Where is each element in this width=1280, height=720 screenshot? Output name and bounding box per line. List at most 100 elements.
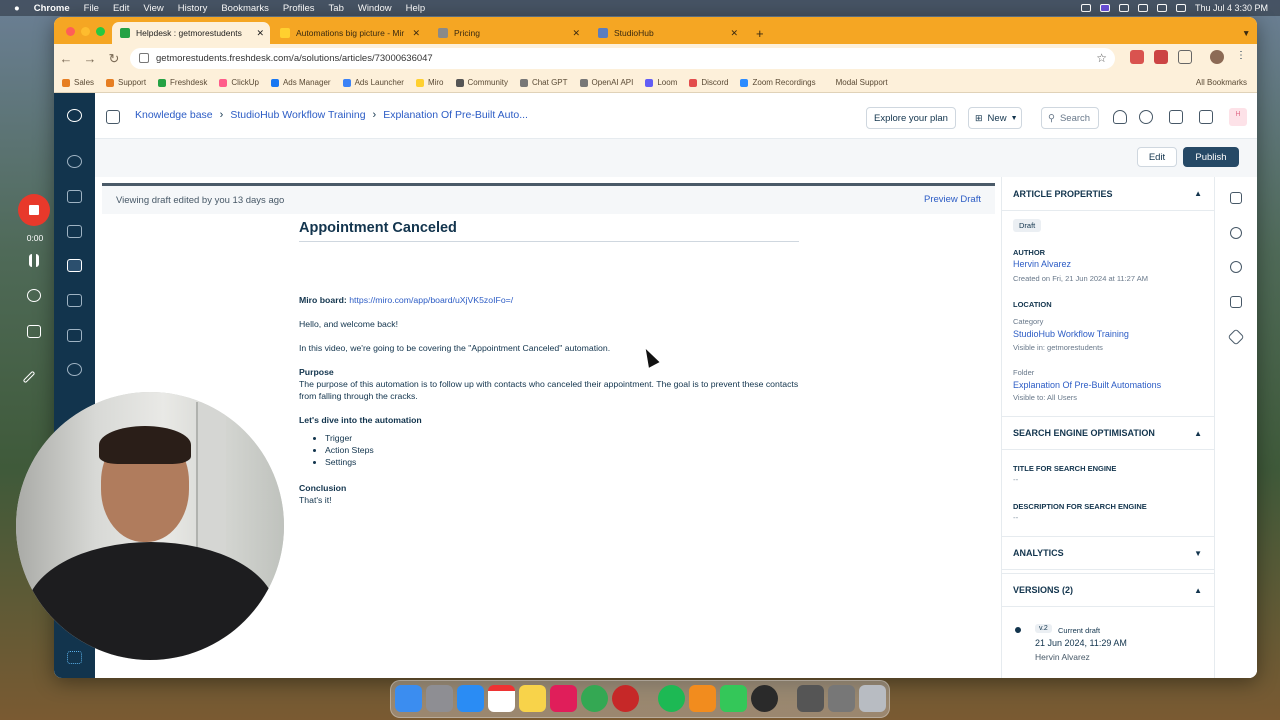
author-name[interactable]: Hervin Alvarez bbox=[1013, 259, 1071, 269]
window-thumbnail-icon[interactable] bbox=[828, 685, 855, 712]
back-icon[interactable]: ← bbox=[54, 51, 78, 66]
status-icon[interactable] bbox=[1080, 4, 1091, 12]
wifi-icon[interactable] bbox=[1156, 4, 1167, 12]
close-tab-icon[interactable]: ✕ bbox=[412, 28, 420, 39]
zoom-window-icon[interactable] bbox=[96, 27, 105, 36]
folder-link[interactable]: Explanation Of Pre-Built Automations bbox=[1013, 380, 1161, 390]
menu-window[interactable]: Window bbox=[358, 3, 392, 14]
reload-icon[interactable]: ↻ bbox=[102, 51, 126, 67]
menu-edit[interactable]: Edit bbox=[113, 3, 129, 14]
menu-bookmarks[interactable]: Bookmarks bbox=[221, 3, 269, 14]
forums-icon[interactable] bbox=[67, 294, 82, 307]
help-icon[interactable] bbox=[1139, 110, 1153, 124]
spotlight-icon[interactable] bbox=[1175, 4, 1186, 12]
user-avatar[interactable]: H bbox=[1229, 108, 1247, 126]
spotify-icon[interactable] bbox=[658, 685, 685, 712]
bookmark-star-icon[interactable]: ☆ bbox=[1096, 51, 1107, 65]
category-link[interactable]: StudioHub Workflow Training bbox=[1013, 329, 1129, 339]
messages-icon[interactable] bbox=[720, 685, 747, 712]
extension-icon[interactable] bbox=[1154, 50, 1168, 64]
analytics-chart-icon[interactable] bbox=[1230, 296, 1242, 308]
bookmark-freshdesk[interactable]: Freshdesk bbox=[158, 78, 207, 87]
bookmark-chat-gpt[interactable]: Chat GPT bbox=[519, 78, 568, 87]
tab-automations[interactable]: Automations big picture - Mir ✕ bbox=[272, 22, 426, 44]
menu-profiles[interactable]: Profiles bbox=[283, 3, 315, 14]
stop-recording-button[interactable] bbox=[18, 194, 50, 226]
finder-icon[interactable] bbox=[395, 685, 422, 712]
explore-plan-button[interactable]: Explore your plan bbox=[866, 107, 956, 129]
article-title[interactable]: Appointment Canceled bbox=[299, 221, 799, 242]
bookmark-ads-manager[interactable]: Ads Manager bbox=[270, 78, 331, 87]
extension-icon[interactable] bbox=[1130, 50, 1144, 64]
all-bookmarks[interactable]: All Bookmarks bbox=[1196, 78, 1247, 87]
contacts-icon[interactable] bbox=[67, 225, 82, 238]
launchpad-icon[interactable] bbox=[426, 685, 453, 712]
bookmark-clickup[interactable]: ClickUp bbox=[219, 78, 259, 87]
slack-icon[interactable] bbox=[550, 685, 577, 712]
extensions-puzzle-icon[interactable] bbox=[1178, 50, 1192, 64]
search-button[interactable]: ⚲ Search bbox=[1041, 107, 1099, 129]
collapse-panel-icon[interactable] bbox=[1230, 192, 1242, 204]
menu-tab[interactable]: Tab bbox=[329, 3, 344, 14]
seo-description-value[interactable]: -- bbox=[1013, 513, 1018, 522]
bookmark-loom[interactable]: Loom bbox=[645, 78, 677, 87]
minimize-window-icon[interactable] bbox=[81, 27, 90, 36]
menu-view[interactable]: View bbox=[143, 3, 163, 14]
bookmark-support[interactable]: Support bbox=[106, 78, 146, 87]
menu-file[interactable]: File bbox=[84, 3, 99, 14]
tab-studiohub[interactable]: StudioHub ✕ bbox=[590, 22, 744, 44]
solutions-icon[interactable] bbox=[67, 259, 82, 272]
bookmark-discord[interactable]: Discord bbox=[689, 78, 728, 87]
address-bar[interactable]: getmorestudents.freshdesk.com/a/solution… bbox=[130, 48, 1115, 69]
close-tab-icon[interactable]: ✕ bbox=[572, 28, 580, 39]
version-date[interactable]: 21 Jun 2024, 11:29 AM bbox=[1035, 638, 1127, 648]
bookmark-modal-support[interactable]: Modal Support bbox=[836, 78, 888, 87]
close-tab-icon[interactable]: ✕ bbox=[256, 28, 264, 39]
tab-pricing[interactable]: Pricing ✕ bbox=[430, 22, 586, 44]
reports-icon[interactable] bbox=[67, 329, 82, 342]
sidebar-toggle-icon[interactable] bbox=[106, 110, 120, 124]
apple-icon[interactable]: ● bbox=[14, 3, 20, 14]
breadcrumb-folder[interactable]: Explanation Of Pre-Built Auto... bbox=[383, 109, 528, 121]
trash-icon[interactable] bbox=[859, 685, 886, 712]
menubar-clock[interactable]: Thu Jul 4 3:30 PM bbox=[1195, 3, 1268, 13]
article-properties-header[interactable]: ARTICLE PROPERTIES ▲ bbox=[1002, 177, 1214, 211]
notes-icon[interactable] bbox=[519, 685, 546, 712]
bookmark-openai-api[interactable]: OpenAI API bbox=[579, 78, 633, 87]
marketplace-icon[interactable] bbox=[1199, 110, 1213, 124]
screen-record-icon[interactable] bbox=[1099, 4, 1110, 12]
edit-button[interactable]: Edit bbox=[1137, 147, 1177, 167]
publish-button[interactable]: Publish bbox=[1183, 147, 1239, 167]
menu-history[interactable]: History bbox=[178, 3, 208, 14]
close-window-icon[interactable] bbox=[66, 27, 75, 36]
close-tab-icon[interactable]: ✕ bbox=[730, 28, 738, 39]
article-body[interactable]: Appointment Canceled Miro board: https:/… bbox=[299, 221, 799, 518]
window-thumbnail-icon[interactable] bbox=[797, 685, 824, 712]
breadcrumb-category[interactable]: StudioHub Workflow Training bbox=[230, 109, 365, 121]
globe-icon[interactable] bbox=[1230, 261, 1242, 273]
mail-icon[interactable] bbox=[457, 685, 484, 712]
layers-icon[interactable] bbox=[1227, 328, 1245, 346]
versions-header[interactable]: VERSIONS (2) ▲ bbox=[1002, 573, 1214, 607]
browser-menu-icon[interactable]: ⋮ bbox=[1236, 50, 1246, 64]
draw-pencil-icon[interactable] bbox=[22, 370, 36, 384]
seo-header[interactable]: SEARCH ENGINE OPTIMISATION ▲ bbox=[1002, 416, 1214, 450]
new-dropdown-button[interactable]: ⊞ New ▼ bbox=[968, 107, 1022, 129]
forward-icon[interactable]: → bbox=[78, 51, 102, 66]
chrome-icon[interactable] bbox=[581, 685, 608, 712]
pause-icon[interactable] bbox=[29, 254, 39, 267]
menu-help[interactable]: Help bbox=[406, 3, 426, 14]
loom-icon[interactable] bbox=[751, 685, 778, 712]
admin-gear-icon[interactable] bbox=[67, 363, 82, 376]
breadcrumb-knowledge-base[interactable]: Knowledge base bbox=[135, 109, 213, 121]
seo-title-value[interactable]: -- bbox=[1013, 475, 1018, 484]
menu-app-name[interactable]: Chrome bbox=[34, 3, 70, 14]
miro-board-link[interactable]: https://miro.com/app/board/uXjVK5zoIFo=/ bbox=[349, 295, 513, 305]
bookmark-sales[interactable]: Sales bbox=[62, 78, 94, 87]
bookmark-community[interactable]: Community bbox=[455, 78, 508, 87]
tickets-icon[interactable] bbox=[67, 190, 82, 203]
info-icon[interactable] bbox=[1230, 227, 1242, 239]
bookmark-zoom-recordings[interactable]: Zoom Recordings bbox=[740, 78, 816, 87]
profile-avatar[interactable] bbox=[1210, 50, 1224, 64]
status-icon[interactable] bbox=[1118, 4, 1129, 12]
